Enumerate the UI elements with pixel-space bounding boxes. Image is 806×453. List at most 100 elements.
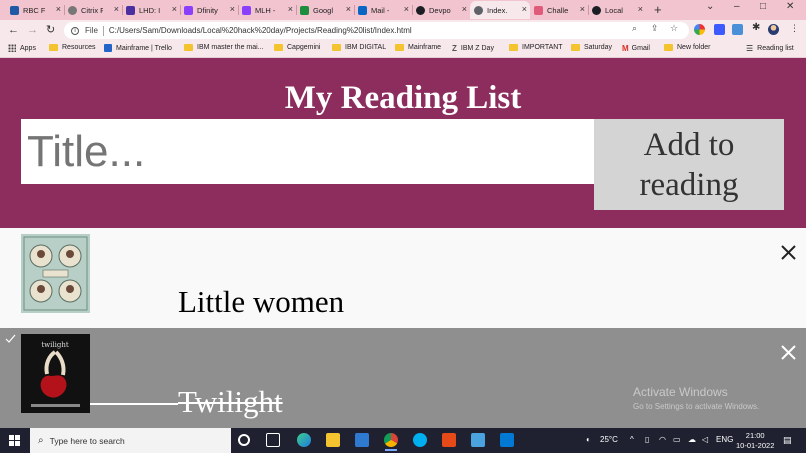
remove-book-close-icon[interactable] [780,244,797,261]
bookmark-folder[interactable]: Saturday [571,44,612,51]
back-icon[interactable]: ← [8,23,19,37]
wifi-icon[interactable]: ◠ [659,435,666,444]
site-info-icon[interactable]: i [71,26,79,35]
extension-icon[interactable] [694,24,705,35]
vscode-icon[interactable] [500,433,514,447]
tab-close-icon[interactable]: × [404,4,409,15]
browser-tab[interactable]: Challe × [530,1,589,19]
book-title: Little women [178,284,345,319]
browser-tab[interactable]: LHD: I × [122,1,181,19]
extension-icon[interactable] [714,24,725,35]
browser-tab[interactable]: RBC Fi × [6,1,65,19]
browser-tab[interactable]: Mail - × [354,1,413,19]
edge-icon[interactable] [297,433,311,447]
tab-close-icon[interactable]: × [462,4,467,15]
minimize-icon[interactable]: – [734,1,740,12]
browser-tab[interactable]: MLH - × [238,1,297,19]
office-icon[interactable] [442,433,456,447]
bookmark-folder[interactable]: IBM DIGITAL [332,44,386,51]
window-close-icon[interactable]: ✕ [786,1,794,12]
mail-app-icon[interactable] [355,433,369,447]
bookmark-folder[interactable]: New folder [664,44,710,51]
book-cover-image [21,234,90,313]
bookmark-folder[interactable]: IBM master the mai... [184,44,264,51]
maximize-icon[interactable]: □ [760,1,766,12]
forward-icon[interactable]: → [27,23,38,37]
zoom-search-icon[interactable]: ⌕ [632,23,637,34]
language-text[interactable]: ENG [716,435,733,444]
page-title: My Reading List [284,80,522,116]
reading-list-button[interactable]: ☰ Reading list [746,44,794,53]
tab-close-icon[interactable]: × [522,4,527,15]
gmail-icon: M [622,44,629,53]
bookmark-apps[interactable]: Apps [8,44,36,52]
apps-grid-icon [8,44,16,52]
tab-close-icon[interactable]: × [638,4,643,15]
tab-search-icon[interactable]: ⌄ [706,1,714,12]
tab-close-icon[interactable]: × [114,4,119,15]
add-to-reading-button[interactable]: Add to reading [594,119,784,210]
extensions-puzzle-icon[interactable]: ✱ [752,22,760,33]
browser-tab[interactable]: Dfinity × [180,1,239,19]
bookmark-folder[interactable]: IMPORTANT [509,44,563,51]
skype-icon[interactable] [413,433,427,447]
onedrive-icon[interactable]: ☁ [688,435,696,444]
browser-tab-strip: RBC Fi × Citrix F × LHD: I × Dfinity × MLH -… [0,0,806,20]
list-item[interactable]: Little women [0,228,806,328]
device-icon[interactable]: ▯ [645,435,649,444]
reading-list-header: My Reading List Add to reading [0,58,806,228]
taskbar-clock[interactable]: 21:00 10-01-2022 [736,431,774,451]
bookmark-link[interactable]: Mainframe | Trello [104,44,172,52]
browser-tab[interactable]: Local × [588,1,646,19]
check-icon [5,334,16,343]
browser-tab[interactable]: Googl × [296,1,355,19]
bookmark-link[interactable]: M Gmail [622,44,650,53]
taskbar-search-input[interactable]: ⌕ Type here to search [30,428,231,453]
cortana-icon[interactable] [238,434,250,446]
file-explorer-icon[interactable] [326,433,340,447]
bookmark-folder[interactable]: Mainframe [395,44,441,51]
share-icon[interactable]: ⇪ [651,23,659,34]
bookmark-folder[interactable]: Resources [49,44,95,51]
tab-close-icon[interactable]: × [172,4,177,15]
tray-chevron-icon[interactable]: ^ [630,435,634,444]
address-bar[interactable]: i File C:/Users/Sam/Downloads/Local%20ha… [64,22,689,39]
folder-icon [509,44,518,51]
chrome-icon[interactable] [384,433,398,451]
notifications-icon[interactable]: ▤ [783,435,792,446]
temperature-text[interactable]: 25°C [600,435,618,444]
volume-icon[interactable]: ◁ [702,435,708,444]
bookmarks-bar: Apps Resources Mainframe | Trello IBM ma… [0,41,806,58]
browser-tab-active[interactable]: Index. × [470,1,530,19]
bookmark-star-icon[interactable]: ☆ [670,23,678,34]
folder-icon [49,44,58,51]
battery-icon[interactable]: ▭ [673,435,681,444]
weather-icon[interactable]: ◐ [586,435,591,444]
tab-favicon-icon [534,5,543,15]
new-tab-icon[interactable]: + [654,2,662,17]
tab-favicon-icon [592,5,601,15]
bookmark-link[interactable]: Z IBM Z Day [452,44,494,53]
bookmark-folder[interactable]: Capgemini [274,44,320,51]
tab-favicon-icon [358,5,367,15]
tab-close-icon[interactable]: × [580,4,585,15]
list-item-read[interactable]: twilight Twilight [0,328,806,428]
browser-menu-icon[interactable]: ⋮ [790,23,799,34]
task-view-icon[interactable] [266,433,280,447]
book-cover-image: twilight [21,334,90,413]
tab-close-icon[interactable]: × [346,4,351,15]
svg-text:twilight: twilight [41,341,69,349]
desktop-app-icon[interactable] [471,433,485,447]
browser-tab[interactable]: Citrix F × [64,1,123,19]
tab-close-icon[interactable]: × [288,4,293,15]
profile-avatar[interactable] [768,24,779,35]
remove-book-close-icon[interactable] [780,344,797,361]
tab-close-icon[interactable]: × [230,4,235,15]
windows-start-icon[interactable] [9,435,20,446]
reload-icon[interactable]: ↻ [46,23,55,37]
tab-close-icon[interactable]: × [56,4,61,15]
extension-icon[interactable] [732,24,743,35]
url-text: C:/Users/Sam/Downloads/Local%20hack%20da… [108,26,412,35]
title-input[interactable] [21,119,595,184]
browser-tab[interactable]: Devpo × [412,1,471,19]
